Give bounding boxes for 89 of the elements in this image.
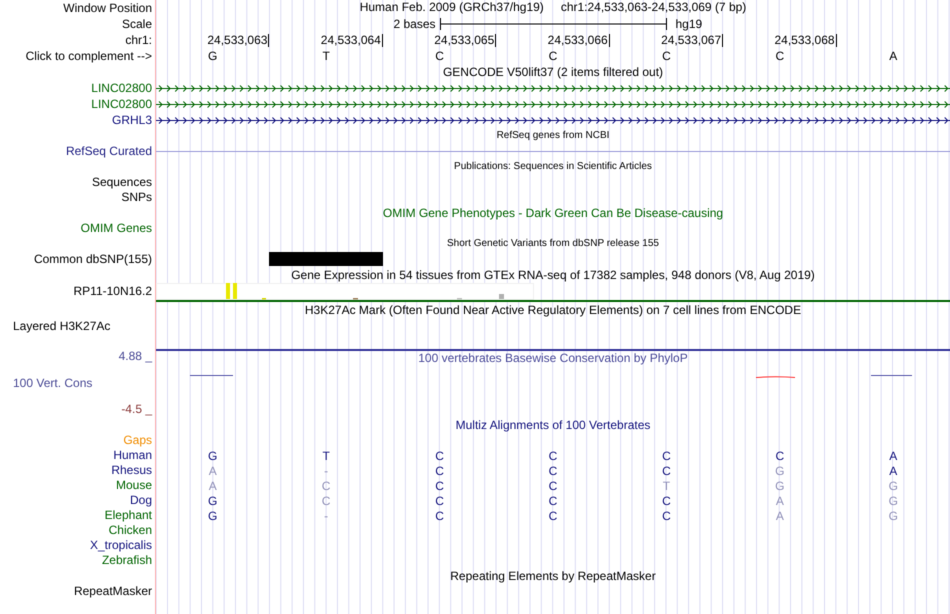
assembly-title: Human Feb. 2009 (GRCh37/hg19) xyxy=(360,0,544,15)
alignment-base: C xyxy=(662,508,671,522)
track-label: 100 Vert. Cons xyxy=(12,376,94,390)
base-letter: G xyxy=(208,49,218,63)
track-title: Publications: Sequences in Scientific Articles xyxy=(454,160,652,174)
base-letter: A xyxy=(889,49,898,63)
base-letter: C xyxy=(435,49,444,63)
scale-text: 2 bases xyxy=(393,17,436,31)
alignment-base: G xyxy=(208,448,218,462)
track-title: RefSeq genes from NCBI xyxy=(496,129,610,143)
alignment-base: C xyxy=(435,508,444,522)
position-label: 24,533,063 xyxy=(207,34,270,47)
alignment-base: A xyxy=(776,494,784,508)
track-label: Chicken xyxy=(108,523,152,538)
track-title: H3K27Ac Mark (Often Found Near Active Regulatory Elements) on 7 cell lines from ENCODE xyxy=(304,303,802,317)
axis-label: -4.5 _ xyxy=(120,402,152,417)
track-label: X_tropicalis xyxy=(90,538,152,553)
alignment-base: T xyxy=(322,448,330,462)
track-label: Sequences xyxy=(92,175,152,190)
alignment-base: G xyxy=(775,478,785,492)
assembly-label: hg19 xyxy=(674,17,702,31)
track-label: Mouse xyxy=(116,478,152,493)
position-title: chr1:24,533,063-24,533,069 (7 bp) xyxy=(560,0,746,15)
track-title: OMIM Gene Phenotypes - Dark Green Can Be Disease-causing xyxy=(382,206,724,220)
track-title: Multiz Alignments of 100 Vertebrates xyxy=(456,418,650,432)
alignment-base: C xyxy=(662,464,671,478)
alignment-base: G xyxy=(888,478,898,492)
alignment-base: C xyxy=(548,448,558,462)
position-label: 24,533,067 xyxy=(661,34,724,47)
track-label: chr1: xyxy=(125,32,152,48)
alignment-base: C xyxy=(435,448,444,462)
track-title: Repeating Elements by RepeatMasker xyxy=(450,569,656,583)
alignment-base: A xyxy=(208,464,217,478)
alignment-base: G xyxy=(888,494,898,508)
alignment-base: C xyxy=(548,494,558,508)
alignment-base: G xyxy=(888,508,898,522)
alignment-base: C xyxy=(435,464,444,478)
alignment-base: C xyxy=(662,448,671,462)
alignment-base: A xyxy=(776,508,784,522)
track-label: OMIM Genes xyxy=(80,221,152,236)
track-label: Human xyxy=(113,448,152,463)
alignment-base: C xyxy=(435,494,444,508)
track-label: Gaps xyxy=(123,433,152,448)
track-label: Common dbSNP(155) xyxy=(34,252,152,267)
base-letter: C xyxy=(548,49,558,63)
alignment-base: C xyxy=(662,494,671,508)
alignment-base: C xyxy=(548,508,558,522)
alignment-base: C xyxy=(322,478,330,492)
alignment-base: G xyxy=(775,464,785,478)
position-label: 24,533,068 xyxy=(774,34,837,47)
track-label: Zebrafish xyxy=(102,553,152,568)
base-letter: C xyxy=(662,49,671,63)
alignment-base: G xyxy=(208,508,218,522)
position-label: 24,533,065 xyxy=(434,34,496,47)
alignment-base: C xyxy=(776,448,784,462)
track-label: Elephant xyxy=(104,508,152,523)
track-label: Scale xyxy=(122,16,152,32)
track-label: Layered H3K27Ac xyxy=(13,319,110,334)
track-label: Window Position xyxy=(63,0,152,16)
track-title: Gene Expression in 54 tissues from GTEx RNA-seq of 17382 samples, 948 donors (V8, Aug 2019) xyxy=(291,268,815,282)
track-label: GRHL3 xyxy=(112,112,152,128)
alignment-base: - xyxy=(324,508,328,522)
alignment-base: - xyxy=(324,464,328,478)
alignment-base: C xyxy=(548,464,558,478)
alignment-base: A xyxy=(889,464,898,478)
track-label: Click to complement --> xyxy=(26,48,152,64)
track-label: LINC02800 xyxy=(91,80,152,96)
base-letter: C xyxy=(776,49,784,63)
alignment-base: C xyxy=(435,478,444,492)
alignment-base: A xyxy=(208,478,217,492)
track-label: Rhesus xyxy=(111,463,152,478)
base-letter: T xyxy=(322,49,330,63)
alignment-base: A xyxy=(889,448,898,462)
alignment-base: C xyxy=(548,478,558,492)
position-label: 24,533,064 xyxy=(320,34,383,47)
track-label: RP11-10N16.2 xyxy=(74,284,152,299)
alignment-base: G xyxy=(208,494,218,508)
track-label: RefSeq Curated xyxy=(66,144,152,159)
alignment-base: C xyxy=(322,494,330,508)
track-label: SNPs xyxy=(121,190,152,205)
alignment-base: T xyxy=(662,478,670,492)
position-label: 24,533,066 xyxy=(548,34,610,47)
track-title: Short Genetic Variants from dbSNP release 155 xyxy=(447,237,659,251)
track-label: LINC02800 xyxy=(91,96,152,112)
track-label: Dog xyxy=(130,493,152,508)
track-title: 100 vertebrates Basewise Conservation by PhyloP xyxy=(418,351,688,365)
axis-label: 4.88 _ xyxy=(118,349,152,364)
track-title: GENCODE V50lift37 (2 items filtered out) xyxy=(442,65,664,79)
track-label: RepeatMasker xyxy=(74,584,152,599)
